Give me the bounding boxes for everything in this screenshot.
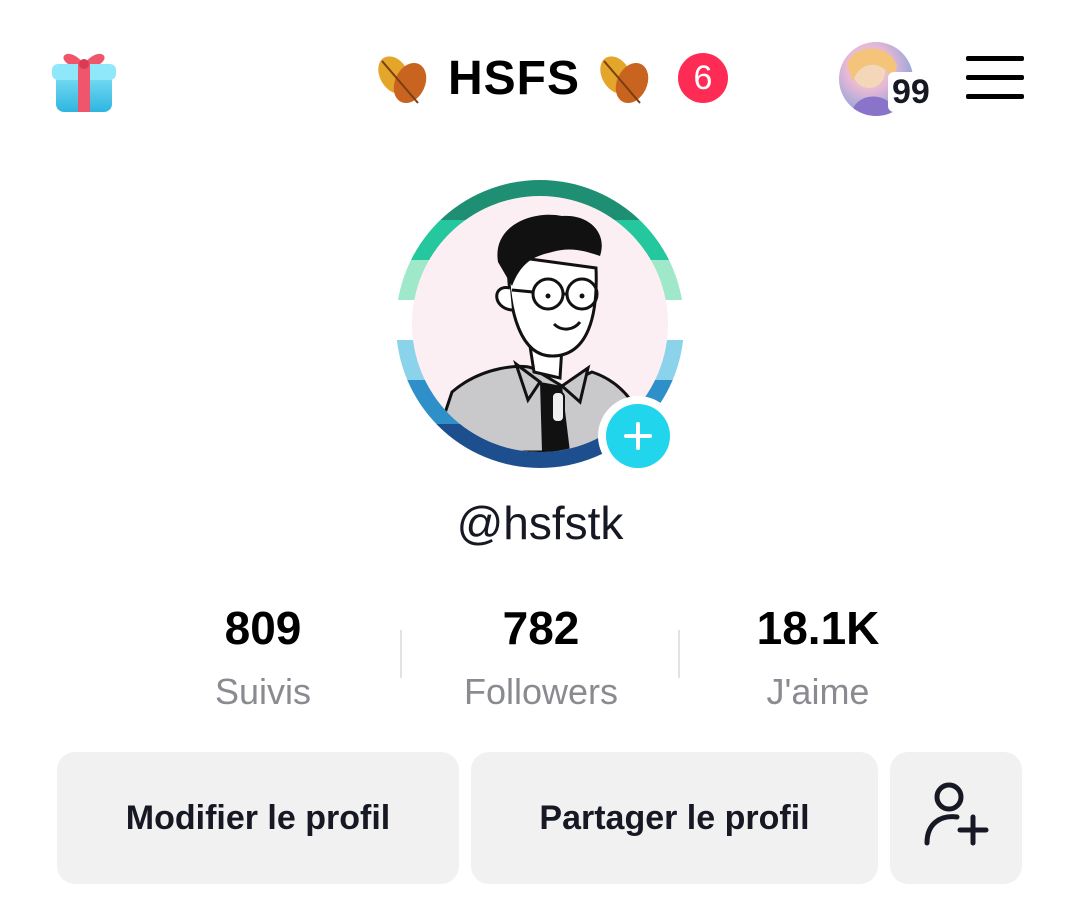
stat-value: 18.1K [756,602,880,654]
stat-label: Suivis [214,671,312,712]
stat-followers[interactable]: 782 Followers [421,600,661,714]
share-profile-label: Partager le profil [539,798,810,837]
notification-badge[interactable]: 6 [678,53,729,103]
add-user-icon [921,781,991,856]
username: @hsfstk [456,497,624,549]
leaf-icon [372,49,434,107]
page-title: HSFS [448,51,581,105]
stat-label: Followers [463,671,619,712]
divider [678,630,680,678]
stat-value: 782 [502,602,580,654]
add-friend-button[interactable] [890,752,1022,884]
edit-profile-button[interactable]: Modifier le profil [57,752,459,884]
stat-following[interactable]: 809 Suivis [143,600,383,714]
profile-title-row[interactable]: HSFS 6 [372,46,729,110]
share-profile-button[interactable]: Partager le profil [471,752,878,884]
hamburger-menu-icon[interactable] [966,56,1024,100]
plus-icon [606,404,670,468]
stat-label: J'aime [766,671,870,712]
add-avatar-button[interactable] [598,396,678,476]
leaf-icon [594,49,656,107]
edit-profile-label: Modifier le profil [125,798,391,837]
avatar-count-badge: 99 [888,72,934,112]
gift-icon[interactable] [50,42,118,114]
stat-value: 809 [224,602,302,654]
divider [400,630,402,678]
stat-likes[interactable]: 18.1K J'aime [698,600,938,714]
